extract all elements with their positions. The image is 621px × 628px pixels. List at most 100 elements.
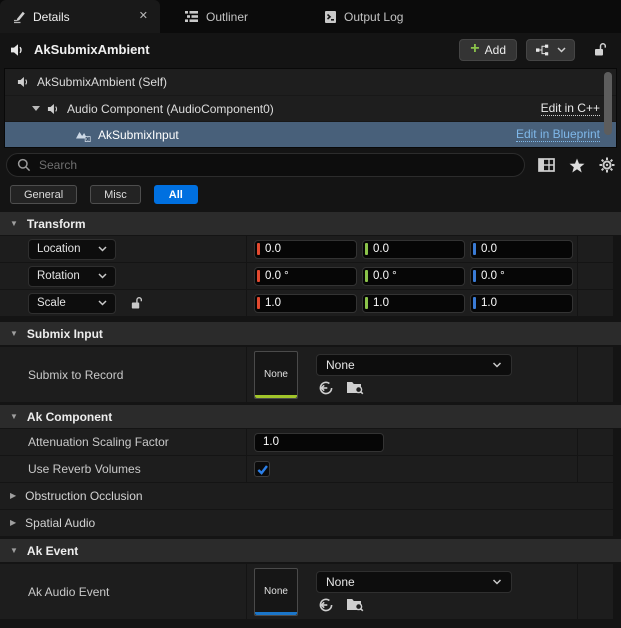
rotation-x-field[interactable]: 0.0 ° [254, 267, 357, 286]
panel-header: AkSubmixAmbient + Add [0, 33, 621, 66]
tab-output-log-label: Output Log [344, 10, 403, 24]
obstruction-occlusion-label: Obstruction Occlusion [25, 489, 142, 503]
section-ak-component[interactable]: ▼ Ak Component [0, 405, 621, 428]
filter-all[interactable]: All [154, 185, 198, 204]
ak-audio-event-label: Ak Audio Event [28, 585, 109, 599]
close-icon[interactable]: ✕ [139, 11, 148, 22]
edit-in-cpp-link[interactable]: Edit in C++ [541, 101, 600, 116]
use-reverb-volumes-checkbox[interactable] [254, 461, 270, 477]
use-reverb-volumes-row: Use Reverb Volumes [0, 456, 613, 482]
submix-thumbnail-text: None [264, 369, 288, 380]
spatial-audio-row[interactable]: ▶ Spatial Audio [0, 510, 613, 536]
tree-row-aksubmixinput-selected[interactable]: C AkSubmixInput Edit in Blueprint [5, 121, 616, 147]
speaker-icon [10, 43, 25, 57]
chevron-down-icon: ▼ [10, 220, 18, 228]
tree-row-aksubmixinput-label: AkSubmixInput [98, 128, 179, 142]
scale-z-field[interactable]: 1.0 [470, 294, 573, 313]
scrollbar-thumb[interactable] [604, 72, 612, 135]
scale-unlock-icon[interactable] [130, 296, 142, 310]
attenuation-scaling-row: Attenuation Scaling Factor 1.0 [0, 429, 613, 455]
scale-dropdown[interactable]: Scale [28, 293, 116, 314]
scale-dropdown-label: Scale [37, 297, 66, 309]
submix-asset-dropdown[interactable]: None [316, 354, 512, 376]
section-transform[interactable]: ▼ Transform [0, 212, 621, 235]
filter-chips: General Misc All [10, 185, 621, 204]
details-pencil-icon [12, 10, 26, 24]
rotation-y-field[interactable]: 0.0 ° [362, 267, 465, 286]
chevron-right-icon: ▶ [10, 492, 16, 500]
chevron-right-icon: ▶ [10, 519, 16, 527]
chevron-down-icon [98, 300, 107, 306]
unlock-icon[interactable] [593, 42, 606, 57]
expander-arrow-icon[interactable] [32, 106, 40, 111]
search-box[interactable] [6, 153, 525, 177]
tab-details[interactable]: Details ✕ [0, 0, 160, 33]
search-row [6, 152, 615, 178]
check-icon [256, 463, 269, 476]
chevron-down-icon [492, 579, 502, 585]
tab-output-log[interactable]: Output Log [312, 0, 415, 33]
filter-misc[interactable]: Misc [90, 185, 141, 204]
attenuation-scaling-label: Attenuation Scaling Factor [28, 435, 169, 449]
ak-event-asset-thumbnail[interactable]: None [254, 568, 298, 616]
section-ak-event[interactable]: ▼ Ak Event [0, 539, 621, 562]
browse-to-asset-icon[interactable] [346, 380, 364, 395]
attenuation-scaling-field[interactable]: 1.0 [254, 433, 384, 452]
favorites-star-icon[interactable] [569, 158, 585, 173]
tree-row-audio-label: Audio Component (AudioComponent0) [67, 102, 274, 116]
use-reverb-volumes-label: Use Reverb Volumes [28, 462, 141, 476]
rotation-z-field[interactable]: 0.0 ° [470, 267, 573, 286]
tree-scrollbar[interactable] [604, 72, 612, 144]
search-icon [17, 158, 31, 172]
location-dropdown-label: Location [37, 243, 80, 255]
edit-in-blueprint-link[interactable]: Edit in Blueprint [516, 127, 600, 142]
tree-row-self-label: AkSubmixAmbient (Self) [37, 75, 167, 89]
submix-thumbnail-color-bar [255, 395, 297, 398]
display-filter-grid-icon[interactable] [538, 158, 555, 172]
location-z-value: 0.0 [476, 243, 497, 255]
settings-gear-icon[interactable] [599, 157, 615, 173]
component-tree: AkSubmixAmbient (Self) Audio Component (… [4, 68, 617, 148]
browse-to-asset-icon[interactable] [346, 597, 364, 612]
outliner-icon [184, 10, 199, 23]
rotation-dropdown-label: Rotation [37, 270, 80, 282]
chevron-down-icon [492, 362, 502, 368]
use-selected-asset-icon[interactable] [318, 597, 335, 613]
location-z-field[interactable]: 0.0 [470, 240, 573, 259]
ak-event-dropdown-value: None [326, 575, 355, 589]
submix-asset-thumbnail[interactable]: None [254, 351, 298, 399]
location-y-field[interactable]: 0.0 [362, 240, 465, 259]
section-transform-title: Transform [27, 217, 86, 231]
submix-component-icon: C [75, 128, 91, 142]
location-x-field[interactable]: 0.0 [254, 240, 357, 259]
transform-scale-row: Scale 1.0 1.0 1.0 [0, 290, 613, 316]
location-dropdown[interactable]: Location [28, 239, 116, 260]
ak-event-thumbnail-text: None [264, 586, 288, 597]
node-graph-icon [535, 44, 550, 56]
obstruction-occlusion-row[interactable]: ▶ Obstruction Occlusion [0, 483, 613, 509]
section-ak-component-title: Ak Component [27, 410, 112, 424]
scale-x-field[interactable]: 1.0 [254, 294, 357, 313]
blueprint-edit-button[interactable] [526, 39, 575, 61]
ak-event-asset-dropdown[interactable]: None [316, 571, 512, 593]
scale-y-value: 1.0 [368, 297, 389, 309]
location-y-value: 0.0 [368, 243, 389, 255]
section-ak-event-title: Ak Event [27, 544, 78, 558]
tab-outliner[interactable]: Outliner [172, 0, 260, 33]
panel-title: AkSubmixAmbient [34, 42, 150, 57]
tree-row-audio-component[interactable]: Audio Component (AudioComponent0) Edit i… [5, 95, 616, 121]
chevron-down-icon [98, 273, 107, 279]
filter-general[interactable]: General [10, 185, 77, 204]
submix-to-record-label: Submix to Record [28, 368, 123, 382]
rotation-dropdown[interactable]: Rotation [28, 266, 116, 287]
chevron-down-icon: ▼ [10, 330, 18, 338]
scale-y-field[interactable]: 1.0 [362, 294, 465, 313]
search-input[interactable] [39, 158, 514, 172]
use-selected-asset-icon[interactable] [318, 380, 335, 396]
tree-row-self[interactable]: AkSubmixAmbient (Self) [5, 69, 616, 95]
add-button[interactable]: + Add [459, 39, 517, 61]
location-x-value: 0.0 [260, 243, 281, 255]
add-button-label: Add [485, 43, 506, 57]
chevron-down-icon [557, 47, 566, 53]
section-submix-input[interactable]: ▼ Submix Input [0, 322, 621, 345]
